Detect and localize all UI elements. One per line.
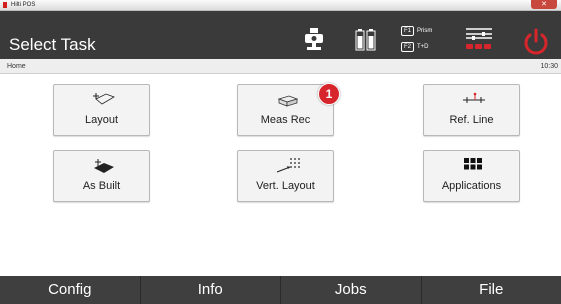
- vert-layout-button[interactable]: Vert. Layout: [237, 150, 334, 202]
- breadcrumb: Home: [7, 63, 26, 70]
- f2-key: F2: [401, 42, 415, 52]
- power-icon[interactable]: [521, 27, 551, 57]
- layout-icon: [93, 93, 115, 105]
- applications-label: Applications: [441, 180, 502, 192]
- window-titlebar: Hilti POS ✕: [0, 0, 561, 11]
- as-built-button[interactable]: As Built: [53, 150, 150, 202]
- status-bar: Home 10:30: [0, 59, 561, 74]
- task-grid: Layout Meas Rec Ref. Line As Built Vert.…: [0, 74, 561, 267]
- f1-key: F1: [401, 26, 415, 36]
- settings-sliders-icon[interactable]: [464, 26, 494, 52]
- applications-grid-icon: [464, 158, 482, 170]
- f2-td-indicator[interactable]: F2 T+D: [401, 42, 429, 52]
- step-number-badge: 1: [318, 83, 340, 105]
- ref-line-label: Ref. Line: [449, 114, 494, 126]
- ref-line-button[interactable]: Ref. Line: [423, 84, 520, 136]
- clock-time: 10:30: [540, 63, 558, 70]
- layout-button[interactable]: Layout: [53, 84, 150, 136]
- instrument-icon[interactable]: [303, 27, 325, 53]
- meas-rec-label: Meas Rec: [260, 114, 311, 126]
- config-tab[interactable]: Config: [0, 276, 141, 304]
- as-built-label: As Built: [82, 180, 121, 192]
- file-tab[interactable]: File: [422, 276, 561, 304]
- window-close-button[interactable]: ✕: [531, 0, 557, 9]
- f1-prism-indicator[interactable]: F1 Prism: [401, 26, 432, 36]
- f1-label: Prism: [417, 28, 433, 34]
- vertical-layout-icon: [276, 158, 300, 173]
- measure-record-icon: [277, 95, 299, 107]
- applications-button[interactable]: Applications: [423, 150, 520, 202]
- reference-line-icon: [463, 92, 485, 103]
- app-title: Hilti POS: [11, 2, 36, 8]
- bottom-nav: Config Info Jobs File: [0, 276, 561, 304]
- header-bar: Select Task F1 Prism F2 T+D: [0, 11, 561, 59]
- jobs-tab[interactable]: Jobs: [281, 276, 422, 304]
- battery-icon[interactable]: [355, 28, 377, 52]
- vert-layout-label: Vert. Layout: [256, 180, 315, 192]
- page-title: Select Task: [9, 35, 96, 54]
- f2-label: T+D: [417, 44, 429, 50]
- layout-label: Layout: [84, 114, 119, 126]
- info-tab[interactable]: Info: [141, 276, 281, 304]
- app-logo-icon: [3, 2, 7, 8]
- as-built-icon: [94, 159, 114, 173]
